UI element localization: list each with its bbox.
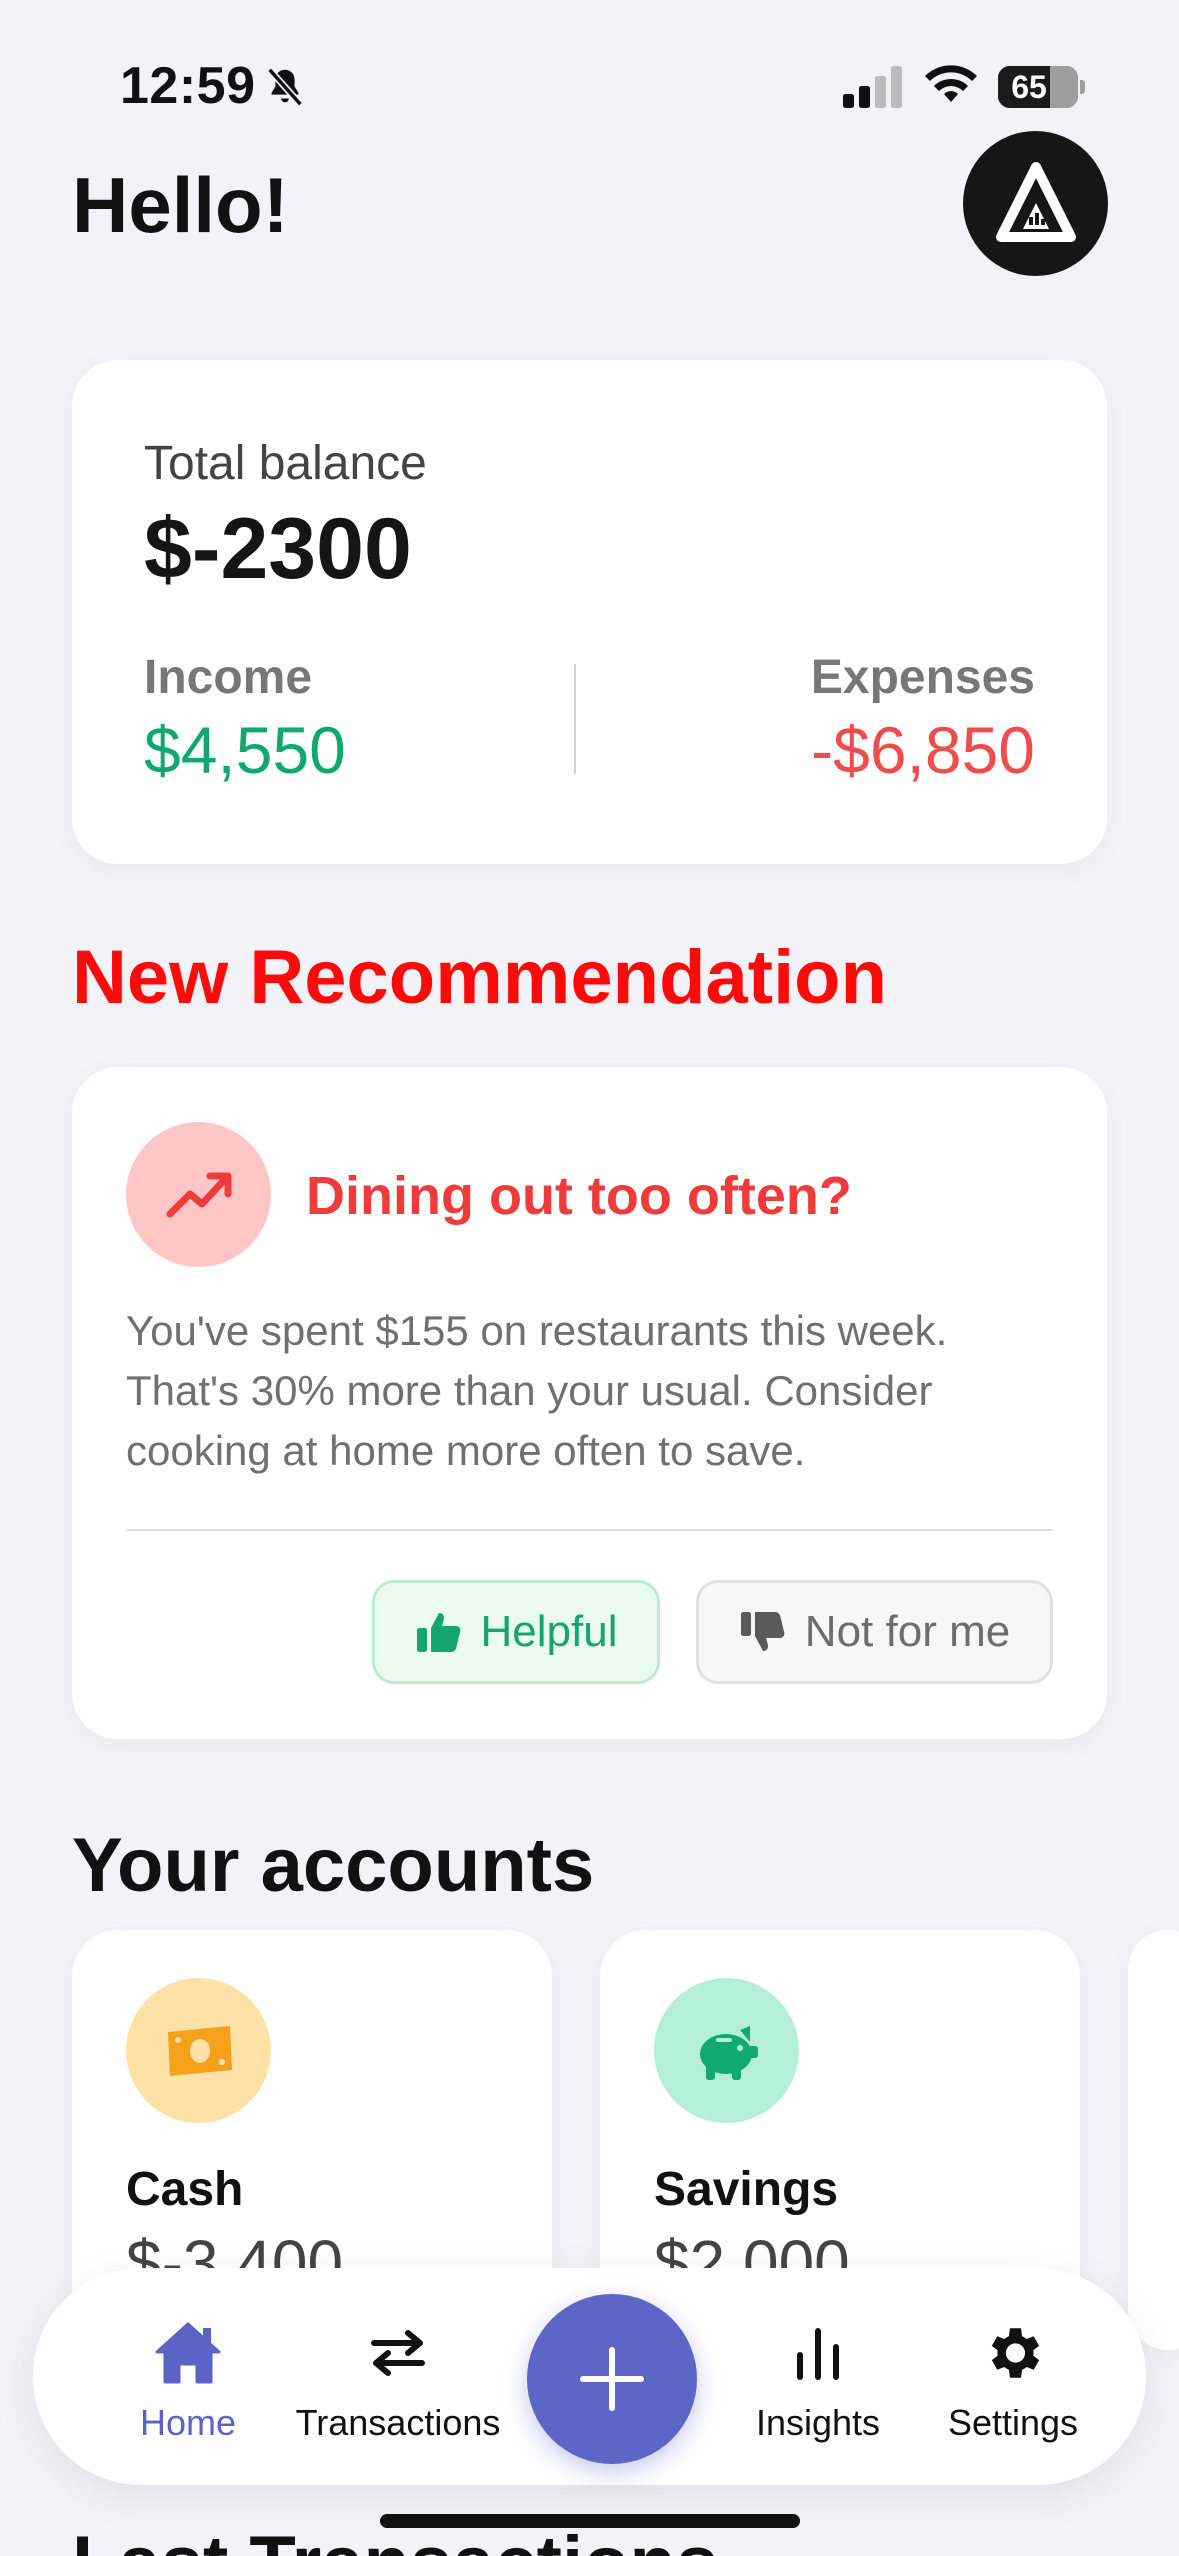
nav-insights[interactable]: Insights	[723, 2268, 913, 2485]
trending-up-icon	[166, 1172, 232, 1218]
bell-off-icon	[267, 67, 303, 107]
greeting-title: Hello!	[72, 161, 289, 249]
piggy-bank-icon	[700, 2026, 758, 2080]
total-balance-value: $-2300	[144, 501, 412, 597]
recommendation-icon-badge	[126, 1122, 271, 1267]
nav-insights-label: Insights	[755, 2402, 881, 2443]
gear-icon	[991, 2328, 1040, 2378]
balance-divider	[574, 664, 576, 774]
cellular-signal-icon	[843, 66, 902, 108]
cash-icon-badge	[126, 1978, 271, 2123]
income-label: Income	[144, 651, 313, 704]
home-indicator	[380, 2514, 800, 2528]
home-icon	[155, 2322, 221, 2384]
app-logo-icon	[996, 162, 1076, 242]
helpful-button[interactable]: Helpful	[372, 1580, 660, 1684]
not-for-me-button[interactable]: Not for me	[696, 1580, 1053, 1684]
expenses-label: Expenses	[810, 651, 1035, 704]
nav-transactions-label: Transactions	[295, 2402, 501, 2443]
nav-transactions[interactable]: Transactions	[248, 2268, 548, 2485]
income-value: $4,550	[144, 713, 346, 787]
recommendation-title: Dining out too often?	[306, 1166, 852, 1226]
thumbs-up-icon	[416, 1613, 460, 1652]
not-for-me-label: Not for me	[804, 1607, 1011, 1656]
bottom-navigation: Home Transactions Insights Settings	[33, 2268, 1146, 2485]
recommendation-card: Dining out too often? You've spent $155 …	[72, 1067, 1107, 1739]
recommendation-body: You've spent $155 on restaurants this we…	[126, 1307, 948, 1474]
add-transaction-button[interactable]	[527, 2294, 697, 2464]
bar-chart-icon	[797, 2328, 839, 2380]
accounts-section-title: Your accounts	[72, 1823, 595, 1908]
recommendation-section-title: New Recommendation	[72, 935, 888, 1020]
expenses-value: -$6,850	[811, 713, 1035, 787]
add-icon	[580, 2347, 644, 2411]
swap-arrows-icon	[371, 2330, 425, 2376]
cash-icon	[168, 2026, 232, 2076]
account-name: Savings	[654, 2163, 839, 2216]
total-balance-label: Total balance	[144, 437, 427, 490]
thumbs-down-icon	[740, 1612, 785, 1651]
account-card-partial[interactable]	[1128, 1930, 1179, 2350]
battery-indicator: 65	[998, 66, 1078, 108]
nav-settings-label: Settings	[947, 2402, 1079, 2443]
battery-percent: 65	[1011, 69, 1047, 105]
account-name: Cash	[126, 2163, 244, 2216]
wifi-icon	[925, 65, 977, 102]
total-balance-card: Total balance $-2300 Income $4,550 Expen…	[72, 360, 1107, 864]
battery-tip	[1080, 80, 1085, 94]
nav-settings[interactable]: Settings	[903, 2268, 1123, 2485]
profile-avatar[interactable]	[963, 131, 1108, 276]
piggy-bank-icon-badge	[654, 1978, 799, 2123]
helpful-label: Helpful	[480, 1607, 618, 1656]
nav-home-label: Home	[139, 2402, 237, 2443]
status-time: 12:59	[120, 57, 256, 115]
recommendation-divider	[126, 1529, 1053, 1531]
